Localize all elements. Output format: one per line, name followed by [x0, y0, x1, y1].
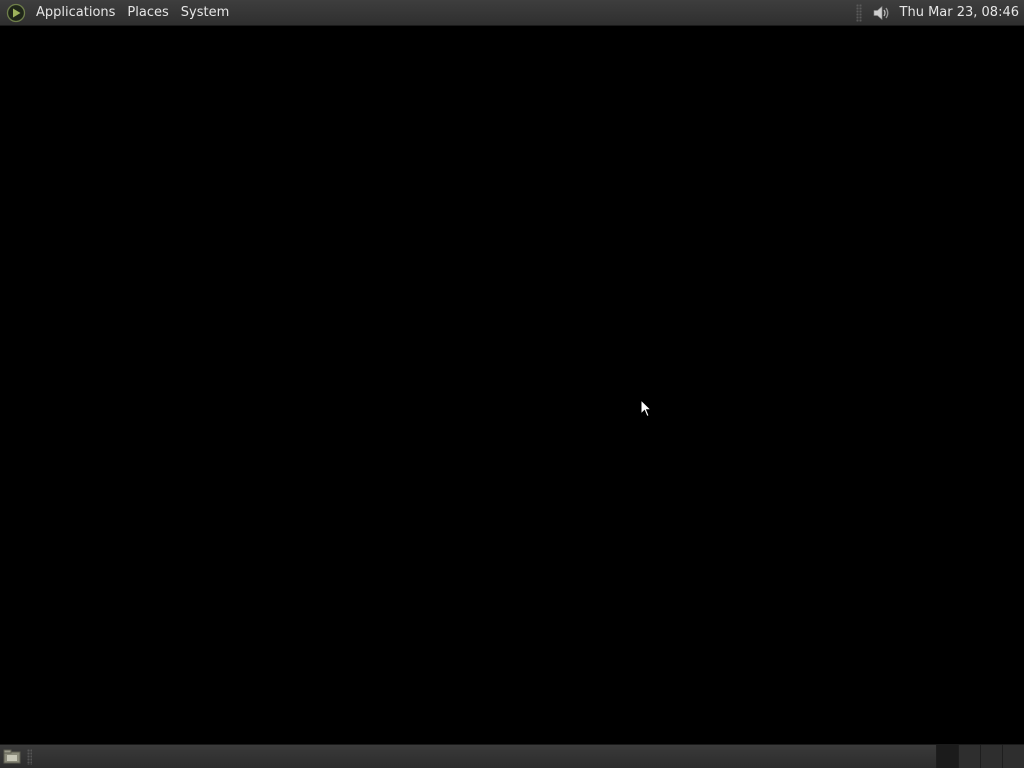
workspace-switcher — [936, 744, 1024, 768]
panel-drag-handle[interactable] — [855, 3, 862, 22]
top-panel: Applications Places System Thu Mar 23, 0… — [0, 0, 1024, 26]
bottom-panel — [0, 744, 1024, 768]
panel-drag-handle[interactable] — [27, 748, 32, 765]
speaker-icon[interactable] — [870, 2, 892, 24]
applications-menu[interactable]: Applications — [30, 0, 121, 26]
show-desktop-icon[interactable] — [1, 746, 23, 768]
menu-bar: Applications Places System — [0, 0, 235, 26]
workspace-4[interactable] — [1002, 744, 1024, 768]
workspace-3[interactable] — [980, 744, 1002, 768]
system-tray: Thu Mar 23, 08:46 — [855, 0, 1024, 26]
desktop[interactable]: Applications Places System Thu Mar 23, 0… — [0, 0, 1024, 768]
workspace-2[interactable] — [958, 744, 980, 768]
clock[interactable]: Thu Mar 23, 08:46 — [900, 5, 1024, 20]
workspace-1[interactable] — [936, 744, 958, 768]
system-menu[interactable]: System — [175, 0, 235, 26]
bottom-panel-left — [0, 745, 32, 768]
distro-logo-icon[interactable] — [5, 2, 27, 24]
mouse-pointer-icon — [640, 398, 653, 419]
places-menu[interactable]: Places — [121, 0, 174, 26]
